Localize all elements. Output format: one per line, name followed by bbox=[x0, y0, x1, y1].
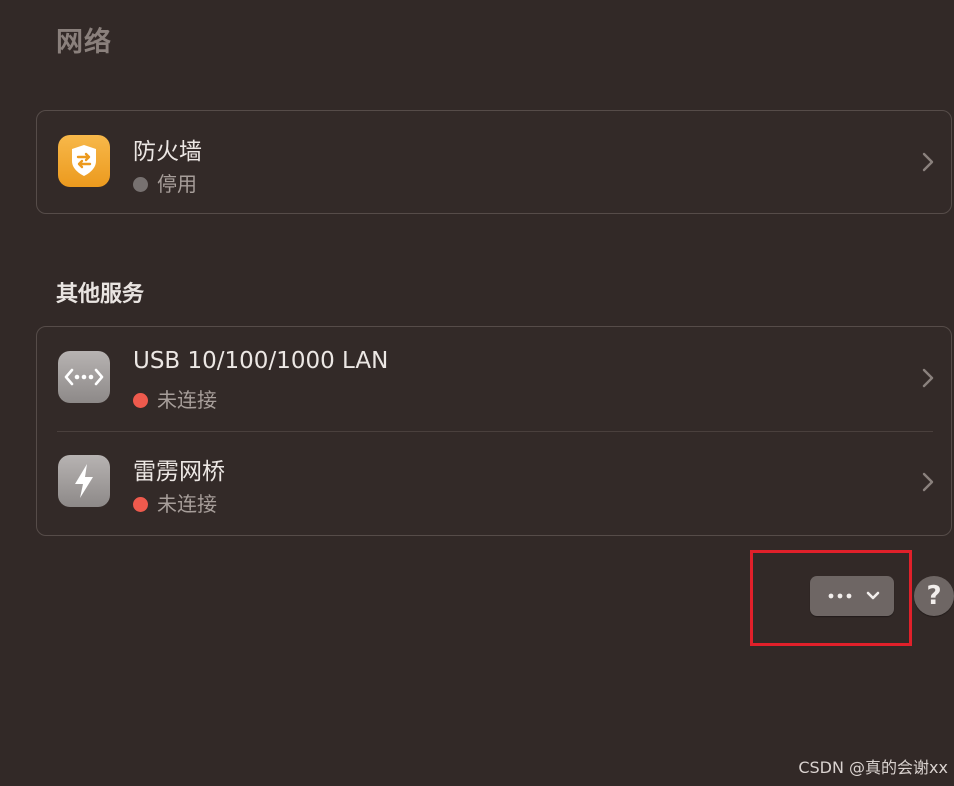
status-dot-icon bbox=[133, 177, 148, 192]
help-button[interactable]: ? bbox=[914, 576, 954, 616]
thunderbolt-icon bbox=[58, 455, 110, 507]
service-row-usb-lan[interactable]: USB 10/100/1000 LAN 未连接 bbox=[37, 327, 951, 431]
watermark: CSDN @真的会谢xx bbox=[798, 758, 948, 777]
highlight-box bbox=[750, 550, 912, 646]
firewall-status-label: 停用 bbox=[157, 172, 197, 196]
service-status-label: 未连接 bbox=[157, 388, 217, 412]
chevron-right-icon bbox=[922, 152, 934, 172]
firewall-card: 防火墙 停用 bbox=[36, 110, 952, 214]
chevron-right-icon bbox=[922, 368, 934, 388]
status-dot-icon bbox=[133, 497, 148, 512]
firewall-title: 防火墙 bbox=[133, 139, 202, 165]
firewall-shield-icon bbox=[58, 135, 110, 187]
service-title: USB 10/100/1000 LAN bbox=[133, 348, 389, 374]
firewall-status: 停用 bbox=[133, 168, 197, 197]
service-title: 雷雳网桥 bbox=[133, 459, 225, 485]
chevron-right-icon bbox=[922, 472, 934, 492]
firewall-row[interactable]: 防火墙 停用 bbox=[37, 111, 951, 215]
service-row-thunderbolt-bridge[interactable]: 雷雳网桥 未连接 bbox=[37, 431, 951, 535]
other-services-heading: 其他服务 bbox=[56, 282, 145, 307]
service-status-label: 未连接 bbox=[157, 492, 217, 516]
status-dot-icon bbox=[133, 393, 148, 408]
page-title: 网络 bbox=[56, 27, 112, 58]
service-status: 未连接 bbox=[133, 384, 217, 413]
service-status: 未连接 bbox=[133, 488, 217, 517]
ethernet-icon bbox=[58, 351, 110, 403]
other-services-card: USB 10/100/1000 LAN 未连接 雷雳网桥 未连接 bbox=[36, 326, 952, 536]
